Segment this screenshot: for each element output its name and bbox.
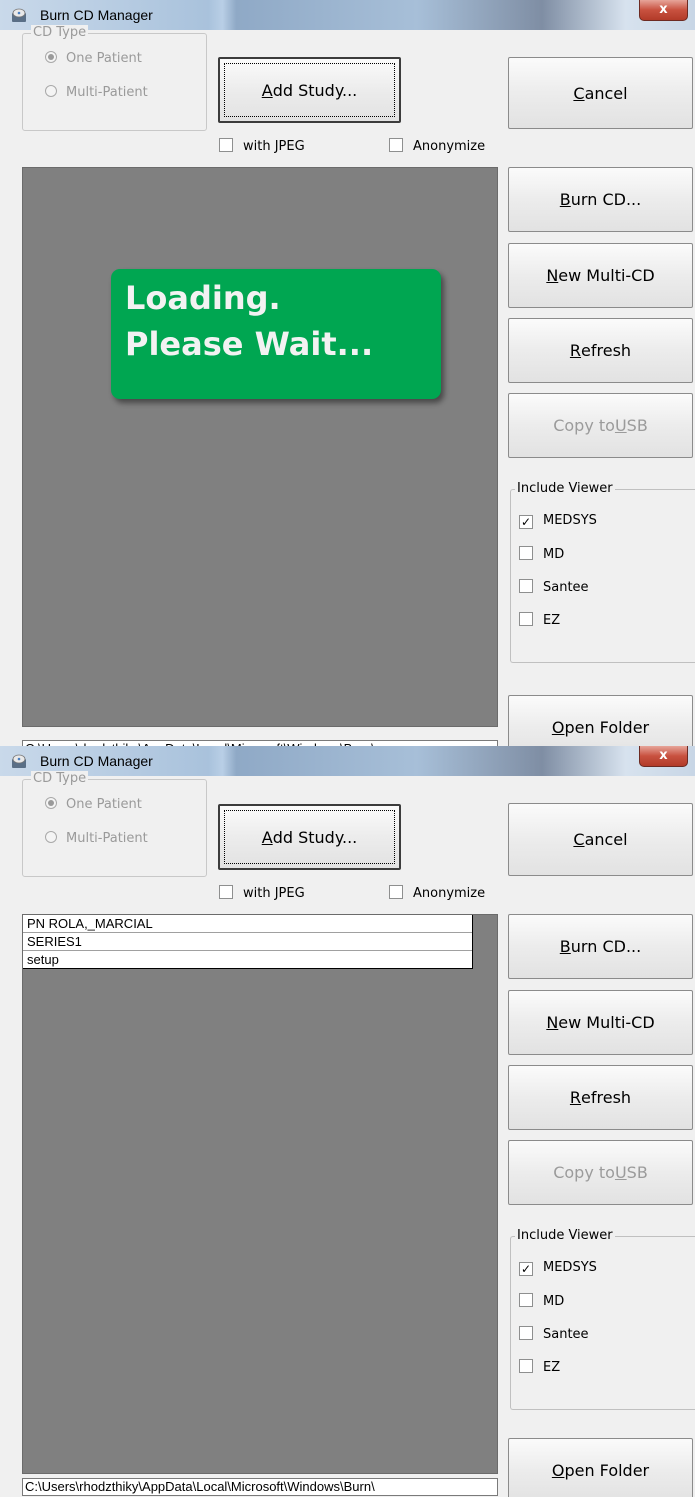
include-viewer-legend: Include Viewer bbox=[515, 1228, 615, 1243]
study-panel[interactable]: Loading. Please Wait... bbox=[22, 167, 498, 727]
cd-burner-icon bbox=[12, 8, 26, 22]
list-item[interactable]: setup bbox=[23, 951, 472, 968]
radio-unselected-icon bbox=[45, 831, 57, 843]
cd-type-legend: CD Type bbox=[31, 771, 89, 786]
include-viewer-legend: Include Viewer bbox=[515, 481, 615, 496]
checkmark-icon: ✓ bbox=[519, 1262, 533, 1276]
copy-to-usb-button[interactable]: Copy to U SB bbox=[508, 393, 693, 458]
anonymize-checkbox[interactable]: Anonymize bbox=[389, 885, 485, 901]
burn-cd-window-loading: Burn CD Manager x CD Type One Patient Mu… bbox=[0, 0, 695, 746]
checkbox-icon bbox=[389, 885, 403, 899]
radio-one-patient[interactable]: One Patient bbox=[45, 797, 142, 812]
checkbox-icon bbox=[519, 546, 533, 560]
add-study-button[interactable]: Add Study... bbox=[218, 804, 401, 870]
new-multi-cd-button[interactable]: New Multi-CD bbox=[508, 243, 693, 308]
focus-rectangle bbox=[224, 810, 395, 864]
checkmark-icon: ✓ bbox=[519, 515, 533, 529]
radio-one-patient[interactable]: One Patient bbox=[45, 51, 142, 66]
copy-to-usb-button[interactable]: Copy to U SB bbox=[508, 1140, 693, 1205]
title-bar[interactable]: Burn CD Manager x bbox=[0, 746, 695, 776]
include-viewer-group: Include Viewer ✓ MEDSYS MD Santee EZ bbox=[510, 1228, 695, 1410]
include-viewer-group: Include Viewer ✓ MEDSYS MD Santee EZ bbox=[510, 481, 695, 663]
new-multi-cd-button[interactable]: New Multi-CD bbox=[508, 990, 693, 1055]
viewer-option-medsys[interactable]: ✓ MEDSYS bbox=[519, 1260, 597, 1276]
radio-selected-icon bbox=[45, 797, 57, 809]
radio-label: Multi-Patient bbox=[66, 85, 148, 100]
checkbox-icon bbox=[519, 1359, 533, 1373]
cd-burner-icon bbox=[12, 754, 26, 768]
radio-selected-icon bbox=[45, 51, 57, 63]
open-folder-button[interactable]: Open Folder bbox=[508, 695, 693, 746]
path-field[interactable]: C:\Users\rhodzthiky\AppData\Local\Micros… bbox=[22, 1478, 498, 1496]
viewer-option-santee[interactable]: Santee bbox=[519, 1326, 589, 1342]
checkbox-icon bbox=[519, 1293, 533, 1307]
list-item[interactable]: SERIES1 bbox=[23, 933, 472, 951]
loading-wait-text: Please Wait... bbox=[125, 325, 374, 363]
study-panel[interactable]: PN ROLA,_MARCIAL SERIES1 setup bbox=[22, 914, 498, 1474]
checkbox-icon bbox=[519, 579, 533, 593]
window-title: Burn CD Manager bbox=[40, 7, 153, 23]
cd-type-group: CD Type One Patient Multi-Patient bbox=[22, 25, 207, 131]
radio-label: One Patient bbox=[66, 797, 142, 812]
radio-multi-patient[interactable]: Multi-Patient bbox=[45, 831, 148, 846]
viewer-option-md[interactable]: MD bbox=[519, 1293, 564, 1309]
cancel-button[interactable]: Cancel bbox=[508, 57, 693, 129]
cancel-button[interactable]: Cancel bbox=[508, 803, 693, 876]
radio-label: Multi-Patient bbox=[66, 831, 148, 846]
close-button[interactable]: x bbox=[639, 746, 688, 767]
viewer-option-ez[interactable]: EZ bbox=[519, 1359, 560, 1375]
cd-type-group: CD Type One Patient Multi-Patient bbox=[22, 771, 207, 877]
loading-banner: Loading. Please Wait... bbox=[111, 269, 441, 399]
viewer-option-md[interactable]: MD bbox=[519, 546, 564, 562]
study-list[interactable]: PN ROLA,_MARCIAL SERIES1 setup bbox=[23, 915, 473, 969]
list-item[interactable]: PN ROLA,_MARCIAL bbox=[23, 915, 472, 933]
checkbox-icon bbox=[519, 1326, 533, 1340]
burn-cd-button[interactable]: Burn CD... bbox=[508, 167, 693, 232]
add-study-button[interactable]: Add Study... bbox=[218, 57, 401, 123]
loading-text: Loading. bbox=[125, 279, 281, 317]
burn-cd-window-loaded: Burn CD Manager x CD Type One Patient Mu… bbox=[0, 746, 695, 1497]
with-jpeg-checkbox[interactable]: with JPEG bbox=[219, 885, 305, 901]
anonymize-checkbox[interactable]: Anonymize bbox=[389, 138, 485, 154]
viewer-option-santee[interactable]: Santee bbox=[519, 579, 589, 595]
open-folder-button[interactable]: Open Folder bbox=[508, 1438, 693, 1497]
checkbox-icon bbox=[389, 138, 403, 152]
burn-cd-button[interactable]: Burn CD... bbox=[508, 914, 693, 979]
checkbox-icon bbox=[519, 612, 533, 626]
radio-label: One Patient bbox=[66, 51, 142, 66]
refresh-button[interactable]: Refresh bbox=[508, 1065, 693, 1130]
viewer-option-ez[interactable]: EZ bbox=[519, 612, 560, 628]
with-jpeg-checkbox[interactable]: with JPEG bbox=[219, 138, 305, 154]
checkbox-icon bbox=[219, 138, 233, 152]
checkbox-icon bbox=[219, 885, 233, 899]
title-bar[interactable]: Burn CD Manager x bbox=[0, 0, 695, 30]
close-button[interactable]: x bbox=[639, 0, 688, 21]
radio-multi-patient[interactable]: Multi-Patient bbox=[45, 85, 148, 100]
radio-unselected-icon bbox=[45, 85, 57, 97]
refresh-button[interactable]: Refresh bbox=[508, 318, 693, 383]
focus-rectangle bbox=[224, 63, 395, 117]
viewer-option-medsys[interactable]: ✓ MEDSYS bbox=[519, 513, 597, 529]
window-title: Burn CD Manager bbox=[40, 753, 153, 769]
cd-type-legend: CD Type bbox=[31, 25, 89, 40]
